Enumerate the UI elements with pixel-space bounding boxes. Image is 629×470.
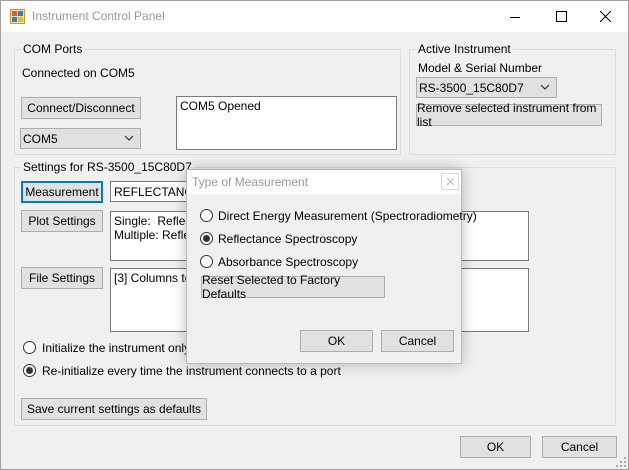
save-defaults-button[interactable]: Save current settings as defaults xyxy=(21,398,207,420)
minimize-button[interactable] xyxy=(492,1,538,32)
chevron-down-icon xyxy=(124,135,134,141)
active-instrument-group-title: Active Instrument xyxy=(416,42,513,56)
close-button[interactable] xyxy=(582,1,628,32)
measurement-button[interactable]: Measurement xyxy=(21,181,103,203)
close-icon xyxy=(599,11,611,22)
file-settings-button[interactable]: File Settings xyxy=(21,267,103,289)
maximize-icon xyxy=(555,11,567,22)
com-port-selected-value: COM5 xyxy=(23,131,58,146)
maximize-button[interactable] xyxy=(538,1,584,32)
plot-settings-button[interactable]: Plot Settings xyxy=(21,210,103,232)
reflectance-label: Reflectance Spectroscopy xyxy=(218,232,358,246)
com-log-textbox[interactable]: COM5 Opened xyxy=(176,96,397,150)
direct-energy-radio[interactable] xyxy=(200,209,213,222)
init-once-radio[interactable] xyxy=(23,341,36,354)
absorbance-radio[interactable] xyxy=(200,255,213,268)
connect-disconnect-button[interactable]: Connect/Disconnect xyxy=(21,97,141,119)
title-bar: Instrument Control Panel xyxy=(1,1,628,32)
minimize-icon xyxy=(510,16,520,18)
window-title: Instrument Control Panel xyxy=(32,9,165,23)
dialog-title-bar: Type of Measurement xyxy=(187,170,461,194)
main-ok-button[interactable]: OK xyxy=(460,436,531,458)
reinit-label: Re-initialize every time the instrument … xyxy=(42,364,341,378)
dialog-title: Type of Measurement xyxy=(192,175,309,189)
reset-factory-defaults-button[interactable]: Reset Selected to Factory Defaults xyxy=(201,273,385,301)
resize-grip-icon[interactable] xyxy=(615,456,627,468)
remove-instrument-button[interactable]: Remove selected instrument from list xyxy=(416,101,602,129)
connection-status: Connected on COM5 xyxy=(22,66,135,80)
close-icon xyxy=(446,178,454,185)
reflectance-radio[interactable] xyxy=(200,232,213,245)
app-icon xyxy=(10,9,25,24)
instrument-select[interactable]: RS-3500_15C80D7 xyxy=(416,77,557,98)
settings-group-title: Settings for RS-3500_15C80D7 xyxy=(21,160,194,174)
chevron-down-icon xyxy=(540,84,550,90)
com-ports-group-title: COM Ports xyxy=(21,42,85,56)
absorbance-label: Absorbance Spectroscopy xyxy=(218,255,359,269)
dialog-cancel-button[interactable]: Cancel xyxy=(381,330,454,352)
type-of-measurement-dialog: Type of Measurement Direct Energy Measur… xyxy=(186,169,477,364)
com-port-select[interactable]: COM5 xyxy=(20,128,141,149)
reinit-radio[interactable] xyxy=(23,364,36,377)
dialog-ok-button[interactable]: OK xyxy=(300,330,373,352)
main-cancel-button[interactable]: Cancel xyxy=(542,436,617,458)
instrument-selected-value: RS-3500_15C80D7 xyxy=(419,80,524,95)
model-serial-label: Model & Serial Number xyxy=(418,61,543,75)
direct-energy-label: Direct Energy Measurement (Spectroradiom… xyxy=(218,209,477,223)
measurement-value-field[interactable]: REFLECTANCE xyxy=(110,181,195,202)
dialog-close-button[interactable] xyxy=(441,173,459,190)
